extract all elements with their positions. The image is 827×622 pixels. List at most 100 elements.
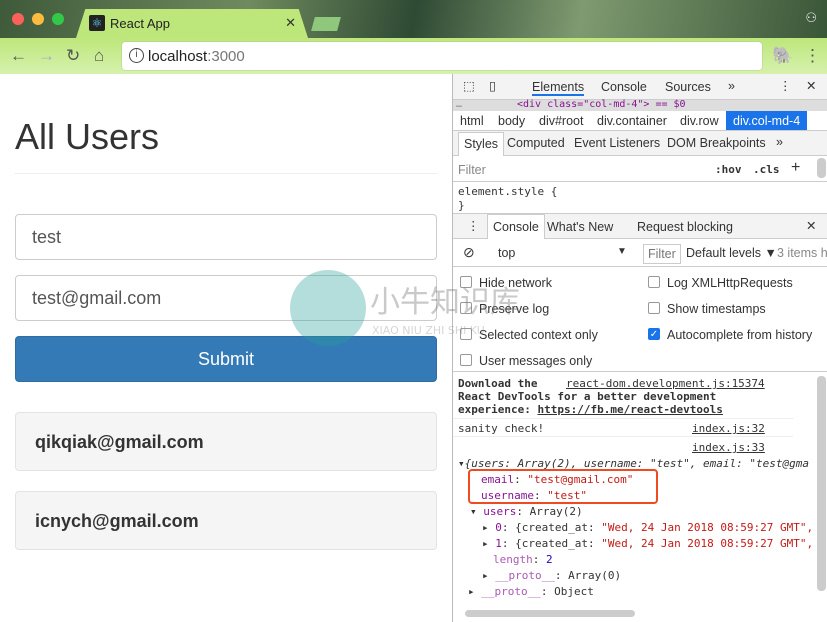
source-link[interactable]: index.js:32 — [692, 422, 765, 435]
forward-icon[interactable]: → — [38, 46, 55, 66]
tree-item-object-proto[interactable]: ▸ __proto__: Object — [468, 584, 813, 600]
checkbox[interactable] — [460, 354, 472, 366]
tree-item-1[interactable]: ▸ 1: {created_at: "Wed, 24 Jan 2018 08:5… — [470, 536, 813, 552]
console-horizontal-scrollbar[interactable] — [465, 610, 635, 617]
styles-scrollbar[interactable] — [817, 158, 826, 178]
evernote-icon[interactable]: 🐘 — [772, 46, 793, 66]
devtools-link[interactable]: https://fb.me/react-devtools — [537, 403, 722, 416]
divider — [15, 173, 437, 174]
checkbox[interactable] — [460, 328, 472, 340]
device-toolbar-icon[interactable]: ▯ — [489, 78, 496, 93]
chevron-down-icon[interactable]: ▼ — [617, 246, 627, 257]
source-link[interactable]: index.js:33 — [692, 441, 765, 454]
setting-label: Selected context only — [479, 328, 598, 342]
setting-label: Log XMLHttpRequests — [667, 276, 793, 290]
setting-label: Preserve log — [479, 302, 550, 316]
setting-log-xmlhttprequests[interactable]: Log XMLHttpRequests — [648, 275, 827, 291]
setting-label: Hide network — [479, 276, 552, 290]
filter-placeholder: Filter — [458, 163, 486, 177]
home-icon[interactable]: ⌂ — [94, 46, 104, 66]
tree-item-proto[interactable]: ▸ __proto__: Array(0) — [470, 568, 813, 584]
element-style-rule: element.style { — [458, 185, 558, 198]
menu-icon[interactable]: ⋮ — [804, 46, 821, 66]
more-tabs-icon[interactable]: » — [728, 79, 735, 93]
drawer-tabbar: ⋮ Console What's New Request blocking ✕ — [453, 213, 827, 239]
hov-toggle[interactable]: :hov — [715, 163, 742, 176]
highlight-box — [468, 469, 658, 504]
checkbox[interactable] — [648, 302, 660, 314]
breadcrumb-item[interactable]: div#root — [539, 114, 583, 128]
email-input[interactable]: test@gmail.com — [15, 275, 437, 321]
drawer-tab-request-blocking[interactable]: Request blocking — [637, 220, 733, 234]
checkbox[interactable] — [460, 302, 472, 314]
page-content: All Users test test@gmail.com Submit qik… — [0, 74, 452, 622]
tab-sources[interactable]: Sources — [665, 80, 711, 94]
setting-selected-context-only[interactable]: Selected context only — [460, 327, 640, 343]
breadcrumb-item-active[interactable]: div.col-md-4 — [726, 111, 808, 130]
devtools-panel: ⬚ ▯ Elements Console Sources » ⋮ ✕ … <div… — [452, 74, 827, 622]
more-tabs-icon[interactable]: » — [776, 135, 783, 149]
breadcrumb-item[interactable]: div.container — [597, 114, 667, 128]
minimize-window-button[interactable] — [32, 13, 44, 25]
reload-icon[interactable]: ↻ — [66, 46, 80, 66]
drawer-tab-whats-new[interactable]: What's New — [547, 220, 613, 234]
tab-event-listeners[interactable]: Event Listeners — [574, 136, 660, 150]
console-filter-input[interactable]: Filter — [643, 244, 681, 264]
message-text: experience: — [458, 403, 538, 416]
drawer-menu-icon[interactable]: ⋮ — [467, 218, 480, 233]
username-input[interactable]: test — [15, 214, 437, 260]
selected-node[interactable]: … <div class="col-md-4"> == $0 — [453, 100, 827, 111]
user-item: icnych@gmail.com — [15, 491, 437, 550]
breadcrumb-item[interactable]: body — [498, 114, 525, 128]
back-icon[interactable]: ← — [10, 46, 27, 66]
checkbox[interactable] — [460, 276, 472, 288]
submit-button[interactable]: Submit — [15, 336, 437, 382]
maximize-window-button[interactable] — [52, 13, 64, 25]
element-style-close: } — [458, 199, 465, 212]
console-vertical-scrollbar[interactable] — [817, 376, 826, 591]
tab-react-app[interactable]: ⚛ React App ✕ — [76, 9, 308, 38]
setting-show-timestamps[interactable]: Show timestamps — [648, 301, 827, 317]
tab-computed[interactable]: Computed — [507, 136, 565, 150]
close-devtools-icon[interactable]: ✕ — [806, 78, 816, 93]
close-tab-icon[interactable]: ✕ — [285, 15, 296, 31]
context-select[interactable]: top — [498, 246, 515, 260]
close-drawer-icon[interactable]: ✕ — [806, 218, 816, 233]
cls-toggle[interactable]: .cls — [753, 163, 780, 176]
tab-styles[interactable]: Styles — [458, 132, 505, 156]
users-tree: ▾ users: Array(2) ▸ 0: {created_at: "Wed… — [468, 504, 813, 600]
drawer-tab-console[interactable]: Console — [487, 214, 545, 239]
react-icon: ⚛ — [89, 15, 105, 31]
close-window-button[interactable] — [12, 13, 24, 25]
tree-item-users[interactable]: ▾ users: Array(2) — [470, 504, 813, 520]
console-message: sanity check! — [458, 422, 545, 435]
setting-autocomplete-from-history[interactable]: ✓ Autocomplete from history — [648, 327, 827, 343]
clear-console-icon[interactable]: ⊘ — [463, 244, 475, 261]
add-rule-icon[interactable]: + — [791, 159, 800, 177]
tab-dom-breakpoints[interactable]: DOM Breakpoints — [667, 136, 766, 150]
log-levels-select[interactable]: Default levels ▼ — [686, 246, 777, 260]
setting-preserve-log[interactable]: Preserve log — [460, 301, 640, 317]
tab-strip: ⚛ React App ✕ ⚇ — [0, 0, 827, 38]
checkbox[interactable] — [648, 276, 660, 288]
inspect-icon[interactable]: ⬚ — [463, 78, 475, 93]
setting-hide-network[interactable]: Hide network — [460, 275, 640, 291]
url-text: localhost:3000 — [148, 48, 245, 65]
styles-tabbar: Styles Computed Event Listeners DOM Brea… — [453, 131, 827, 156]
address-bar[interactable]: i localhost:3000 — [122, 42, 762, 70]
console-settings: Hide network Log XMLHttpRequests Preserve … — [453, 267, 827, 372]
tree-item-0[interactable]: ▸ 0: {created_at: "Wed, 24 Jan 2018 08:5… — [470, 520, 813, 536]
tab-console[interactable]: Console — [601, 80, 647, 94]
source-link[interactable]: react-dom.development.js:15374 — [566, 377, 765, 390]
user-item: qikqiak@gmail.com — [15, 412, 437, 471]
setting-user-messages-only[interactable]: User messages only — [460, 353, 640, 369]
styles-filter[interactable]: Filter :hov .cls + — [453, 156, 827, 182]
setting-label: Autocomplete from history — [667, 328, 813, 342]
checkbox[interactable]: ✓ — [648, 328, 660, 340]
breadcrumb-item[interactable]: html — [460, 114, 484, 128]
new-tab-button[interactable] — [311, 17, 341, 31]
tab-elements[interactable]: Elements — [532, 80, 585, 96]
breadcrumb-item[interactable]: div.row — [680, 114, 719, 128]
info-icon[interactable]: i — [129, 48, 144, 63]
devtools-menu-icon[interactable]: ⋮ — [779, 78, 792, 93]
